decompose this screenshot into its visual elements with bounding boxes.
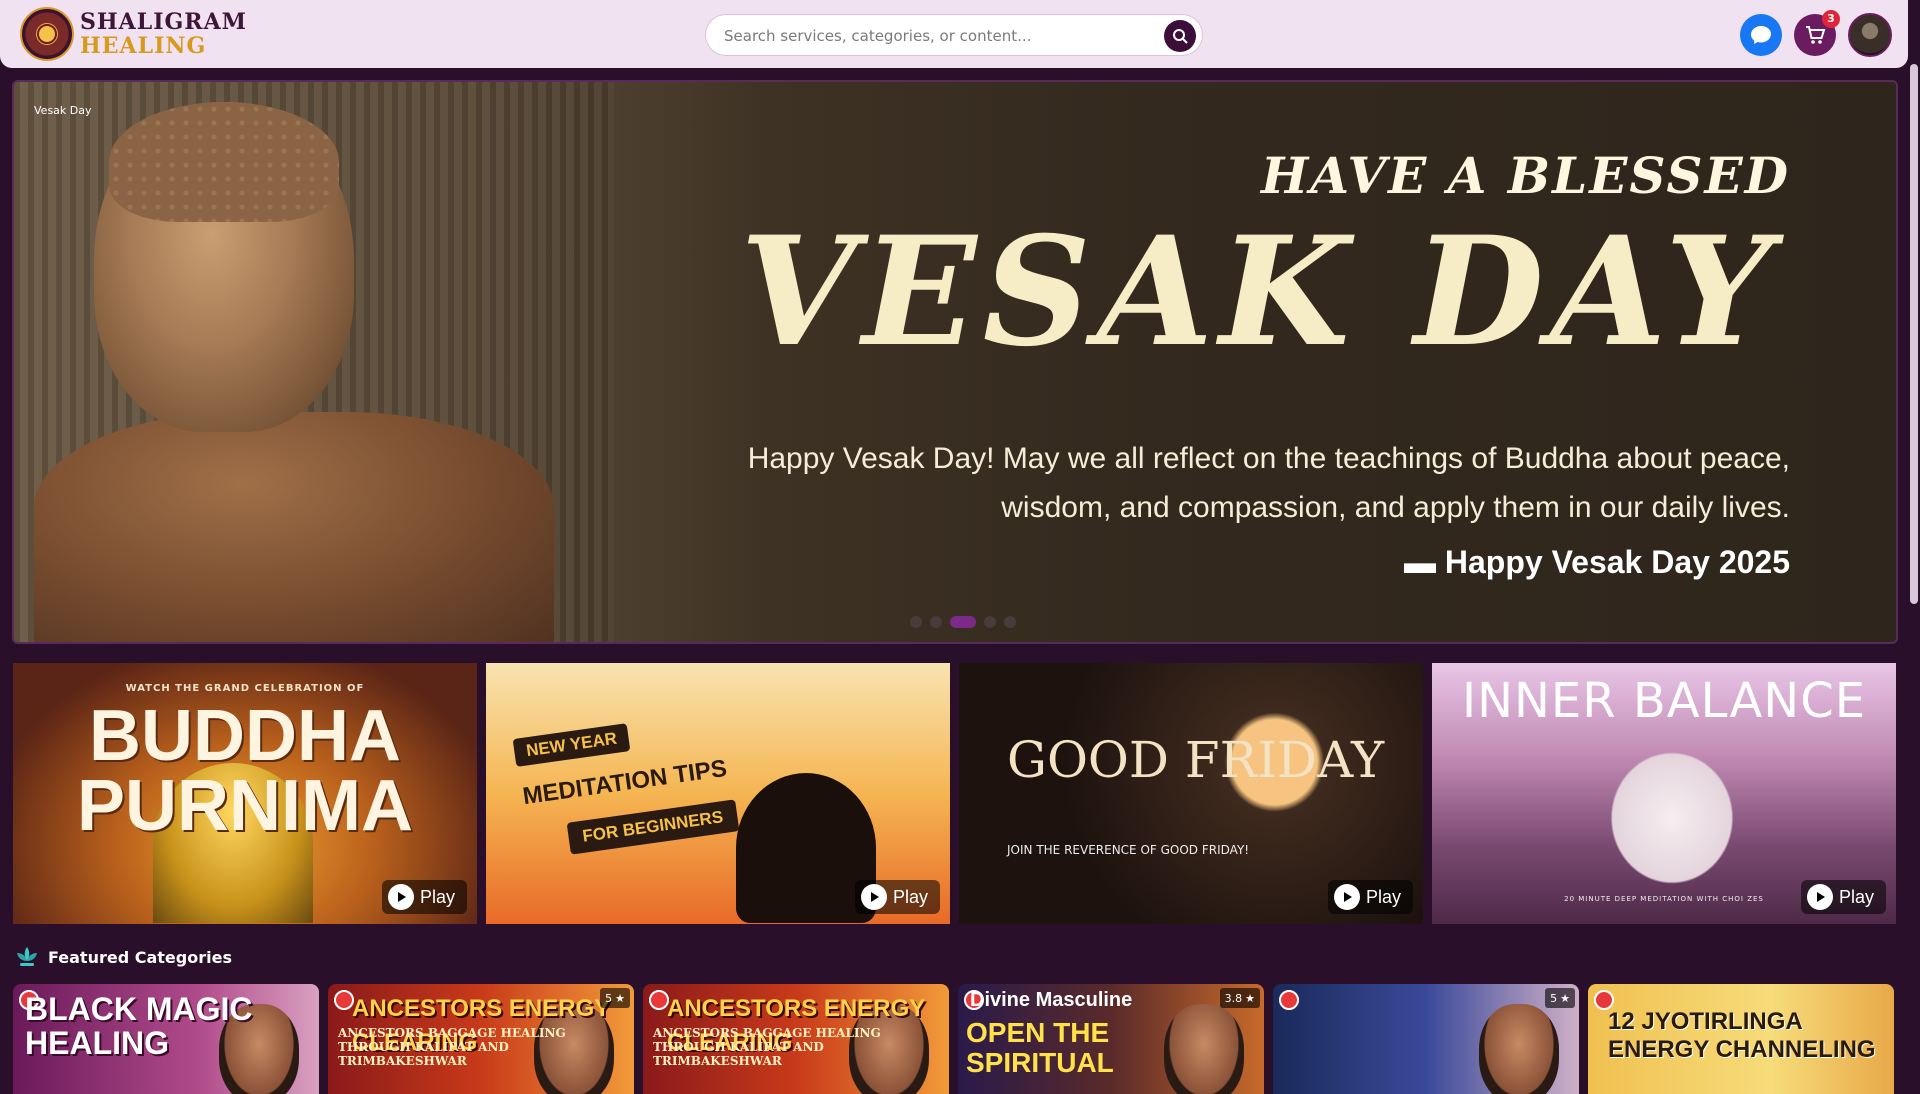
- hero-heading-small: HAVE A BLESSED: [1260, 146, 1790, 205]
- play-label: Play: [892, 886, 928, 907]
- category-title: Divine Masculine: [970, 989, 1133, 1011]
- hero-signature: ▬ Happy Vesak Day 2025: [1403, 544, 1790, 580]
- category-card[interactable]: ANCESTORS ENERGY CLEARING ANCESTORS BAGG…: [643, 984, 949, 1094]
- brand-logo[interactable]: SHALIGRAM HEALING: [20, 7, 247, 61]
- chat-button[interactable]: [1740, 14, 1782, 56]
- star-icon: ★: [615, 991, 625, 1005]
- carousel-dot[interactable]: [1004, 616, 1016, 628]
- hero-quote: Happy Vesak Day! May we all reflect on t…: [747, 442, 1790, 524]
- category-title: BLACK MAGIC HEALING: [25, 991, 253, 1061]
- play-label: Play: [1838, 886, 1874, 907]
- featured-title: Featured Categories: [48, 947, 232, 967]
- carousel-dots: [910, 616, 1016, 628]
- video-title: INNER BALANCE: [1461, 673, 1867, 729]
- play-icon: [1333, 884, 1360, 910]
- video-title: BUDDHA PURNIMA: [77, 696, 413, 846]
- cart-count-badge: 3: [1822, 10, 1840, 28]
- search-button[interactable]: [1164, 20, 1196, 52]
- category-title: 12 JYOTIRLINGA ENERGY CHANNELING: [1608, 1008, 1876, 1063]
- brand-name: SHALIGRAM HEALING: [80, 10, 247, 58]
- video-subtitle: JOIN THE REVERENCE OF GOOD FRIDAY!: [1007, 843, 1250, 857]
- rating-badge: 5 ★: [1545, 988, 1575, 1008]
- cart-button[interactable]: 3: [1794, 10, 1840, 56]
- play-icon: [387, 884, 414, 910]
- search-input[interactable]: [724, 24, 1144, 48]
- chat-bubble-icon: [1751, 26, 1771, 44]
- fire-icon: [334, 990, 354, 1010]
- carousel-dot[interactable]: [930, 616, 942, 628]
- star-icon: ★: [1245, 991, 1255, 1005]
- top-header: SHALIGRAM HEALING 3: [0, 0, 1908, 68]
- video-card-meditation-tips[interactable]: NEW YEAR MEDITATION TIPS FOR BEGINNERS P…: [486, 663, 950, 924]
- play-icon: [860, 884, 887, 910]
- featured-categories-heading: Featured Categories: [14, 945, 232, 969]
- search-bar: [705, 14, 1203, 56]
- video-tag-new-year: NEW YEAR: [512, 723, 631, 767]
- fire-icon: [1279, 990, 1299, 1010]
- category-row: BLACK MAGIC HEALING ANCESTORS ENERGY CLE…: [13, 984, 1897, 1094]
- category-card[interactable]: 5 ★: [1273, 984, 1579, 1094]
- category-card[interactable]: Divine Masculine OPEN THE SPIRITUAL 3.8 ★: [958, 984, 1264, 1094]
- video-card-good-friday[interactable]: GOOD FRIDAY JOIN THE REVERENCE OF GOOD F…: [959, 663, 1423, 924]
- lotus-icon: [17, 947, 37, 966]
- category-subtitle: OPEN THE SPIRITUAL: [966, 1017, 1114, 1078]
- carousel-dot-active[interactable]: [950, 616, 976, 628]
- play-button[interactable]: Play: [381, 880, 467, 914]
- video-tag-beginners: FOR BEGINNERS: [566, 799, 740, 855]
- category-subtitle: ANCESTORS BAGGAGE HEALING THROUGH KALIPA…: [653, 1026, 881, 1068]
- video-subtitle: WATCH THE GRAND CELEBRATION OF: [125, 683, 365, 694]
- buddha-statue-body: [34, 412, 554, 642]
- video-row: WATCH THE GRAND CELEBRATION OF BUDDHA PU…: [13, 663, 1897, 924]
- star-icon: ★: [1560, 991, 1570, 1005]
- play-button[interactable]: Play: [854, 880, 940, 914]
- brand-line2: HEALING: [80, 33, 207, 59]
- brand-line1: SHALIGRAM: [80, 9, 247, 35]
- video-title: GOOD FRIDAY: [1007, 731, 1385, 789]
- rating-badge: 3.8 ★: [1219, 988, 1260, 1008]
- rating-value: 5: [605, 991, 613, 1005]
- category-card[interactable]: ANCESTORS ENERGY CLEARING ANCESTORS BAGG…: [328, 984, 634, 1094]
- rating-badge: 5 ★: [600, 988, 630, 1008]
- video-card-inner-balance[interactable]: INNER BALANCE 20 MINUTE DEEP MEDITATION …: [1432, 663, 1896, 924]
- rating-value: 3.8: [1224, 991, 1243, 1005]
- fire-icon: [649, 990, 669, 1010]
- category-subtitle: ANCESTORS BAGGAGE HEALING THROUGH KALIPA…: [338, 1026, 566, 1068]
- fire-icon: [1594, 990, 1614, 1010]
- healer-photo: [1479, 1004, 1559, 1094]
- search-icon: [1173, 29, 1188, 44]
- category-card[interactable]: 12 JYOTIRLINGA ENERGY CHANNELING: [1588, 984, 1894, 1094]
- hero-label: Vesak Day: [34, 104, 92, 117]
- hero-heading-large: VESAK DAY: [739, 204, 1778, 380]
- hero-banner[interactable]: Vesak Day HAVE A BLESSED VESAK DAY Happy…: [12, 80, 1898, 644]
- play-label: Play: [419, 886, 455, 907]
- cart-icon: [1806, 26, 1826, 44]
- buddha-statue-hair: [109, 102, 339, 222]
- logo-emblem-icon: [20, 7, 74, 61]
- carousel-dot[interactable]: [984, 616, 996, 628]
- carousel-dot[interactable]: [910, 616, 922, 628]
- meditator-figure: [1602, 743, 1742, 893]
- video-card-buddha-purnima[interactable]: WATCH THE GRAND CELEBRATION OF BUDDHA PU…: [13, 663, 477, 924]
- page-scrollbar[interactable]: [1910, 64, 1918, 604]
- user-avatar[interactable]: [1848, 13, 1892, 57]
- play-button[interactable]: Play: [1800, 880, 1886, 914]
- rating-value: 5: [1550, 991, 1558, 1005]
- hero-signature-text: Happy Vesak Day 2025: [1444, 544, 1790, 580]
- play-label: Play: [1365, 886, 1401, 907]
- category-card[interactable]: BLACK MAGIC HEALING: [13, 984, 319, 1094]
- play-icon: [1806, 884, 1833, 910]
- play-button[interactable]: Play: [1327, 880, 1413, 914]
- video-title: MEDITATION TIPS: [521, 754, 729, 811]
